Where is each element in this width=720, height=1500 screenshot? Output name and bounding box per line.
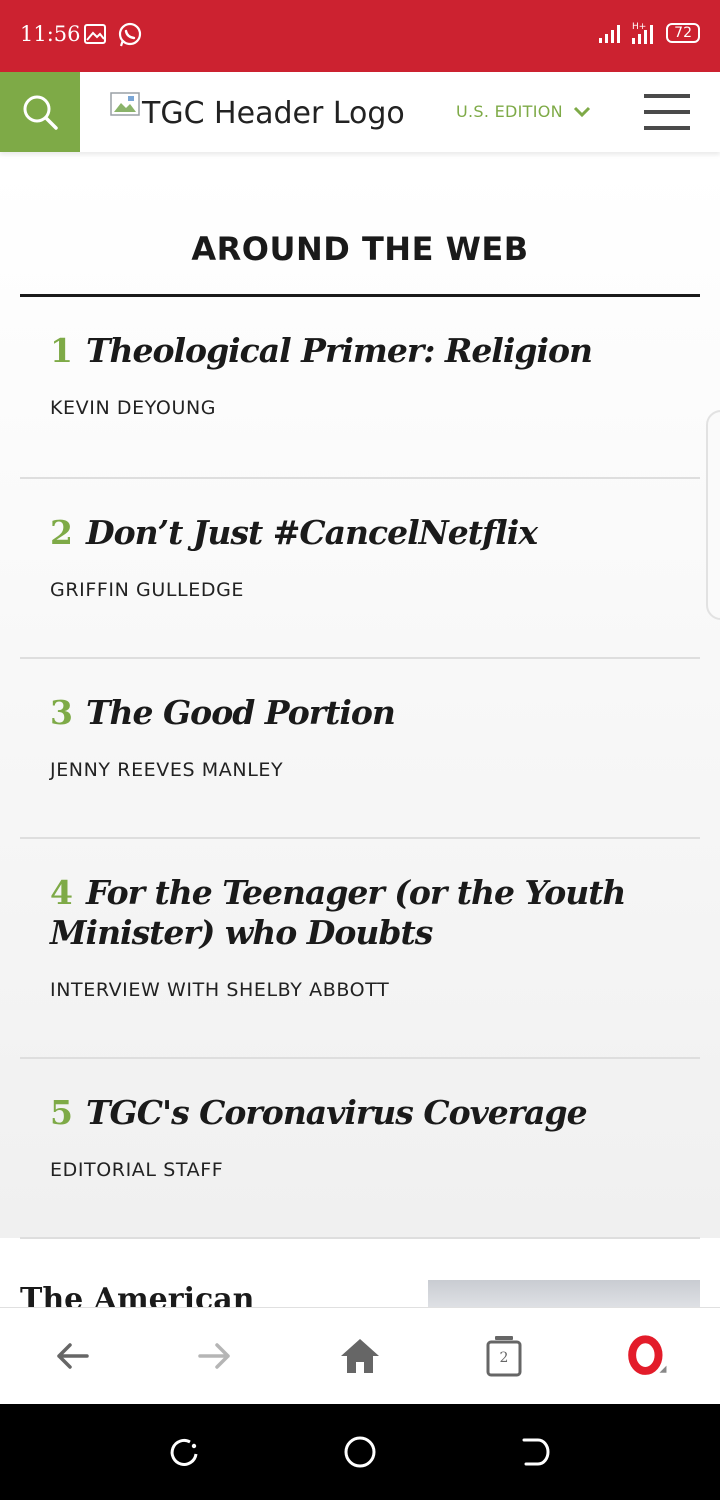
hplus-signal-icon: H+ [632,22,654,44]
signal-icon [599,25,621,43]
article-title-text: For the Teenager (or the Youth Minister)… [50,873,626,952]
hamburger-menu-icon[interactable] [644,94,690,130]
edition-selector[interactable]: U.S. EDITION [456,102,591,121]
tabs-button[interactable]: 2 [482,1334,526,1378]
home-button[interactable] [338,1334,382,1378]
edition-label: U.S. EDITION [456,102,563,121]
status-left-icons [83,22,143,48]
article-title[interactable]: 2 Don’t Just #CancelNetflix [50,513,670,553]
site-header: TGC Header Logo U.S. EDITION [0,72,720,152]
browser-toolbar: 2 [0,1307,720,1404]
article-number: 5 [50,1093,73,1132]
article-list: 1 Theological Primer: Religion KEVIN DEYO… [20,297,700,1239]
whatsapp-icon [118,22,142,47]
next-article-title[interactable]: The American [20,1282,260,1308]
opera-icon [628,1335,667,1375]
tab-count: 2 [499,1350,509,1366]
logo-alt-text: TGC Header Logo [142,96,405,131]
edge-panel-handle[interactable] [706,410,720,620]
article-author: KEVIN DEYOUNG [50,397,217,419]
status-time: 11:56 [20,22,81,46]
forward-arrow-icon [198,1343,230,1369]
list-item[interactable]: 3 The Good Portion JENNY REEVES MANLEY [20,659,700,839]
article-title-text: Don’t Just #CancelNetflix [85,513,538,552]
back-arrow-icon [57,1343,89,1369]
article-title[interactable]: 3 The Good Portion [50,693,670,733]
article-number: 3 [50,693,73,732]
article-title[interactable]: 5 TGC's Coronavirus Coverage [50,1093,670,1133]
menu-line [644,110,690,114]
article-author: EDITORIAL STAFF [50,1159,224,1181]
search-button[interactable] [0,72,80,152]
section-title: AROUND THE WEB [191,230,529,268]
list-item[interactable]: 1 Theological Primer: Religion KEVIN DEYO… [20,297,700,479]
search-icon [23,95,58,130]
forward-button[interactable] [193,1334,237,1378]
article-number: 4 [50,873,73,912]
menu-line [644,94,690,98]
back-icon[interactable] [518,1434,554,1470]
site-logo[interactable]: TGC Header Logo [110,90,405,138]
article-title-text: The Good Portion [85,693,396,732]
around-the-web-section: AROUND THE WEB 1 Theological Primer: Reli… [0,166,720,1239]
article-title[interactable]: 4 For the Teenager (or the Youth Minister… [50,873,670,953]
menu-line [644,126,690,130]
home-icon [341,1339,379,1373]
recents-icon[interactable] [166,1434,202,1470]
list-item[interactable]: 2 Don’t Just #CancelNetflix GRIFFIN GULLE… [20,479,700,659]
battery-icon: 72 [666,23,700,43]
article-title-text: Theological Primer: Religion [85,331,593,370]
gallery-icon [84,24,106,44]
next-article-image[interactable] [428,1280,700,1308]
list-item[interactable]: 5 TGC's Coronavirus Coverage EDITORIAL ST… [20,1059,700,1239]
broken-image-icon [110,92,140,116]
article-author: INTERVIEW WITH SHELBY ABBOTT [50,979,390,1001]
article-number: 2 [50,513,73,552]
list-item[interactable]: 4 For the Teenager (or the Youth Minister… [20,839,700,1059]
article-author: JENNY REEVES MANLEY [50,759,284,781]
status-right-icons: H+ 72 [598,20,700,46]
back-button[interactable] [50,1334,94,1378]
status-bar: 11:56 H+ 72 [0,0,720,72]
article-title[interactable]: 1 Theological Primer: Religion [50,331,670,371]
article-author: GRIFFIN GULLEDGE [50,579,245,601]
chevron-down-icon [573,106,590,117]
article-title-text: TGC's Coronavirus Coverage [85,1093,588,1132]
system-nav-bar [0,1404,720,1500]
home-circle-icon[interactable] [342,1434,378,1470]
article-number: 1 [50,331,73,370]
opera-menu-button[interactable] [626,1334,670,1378]
